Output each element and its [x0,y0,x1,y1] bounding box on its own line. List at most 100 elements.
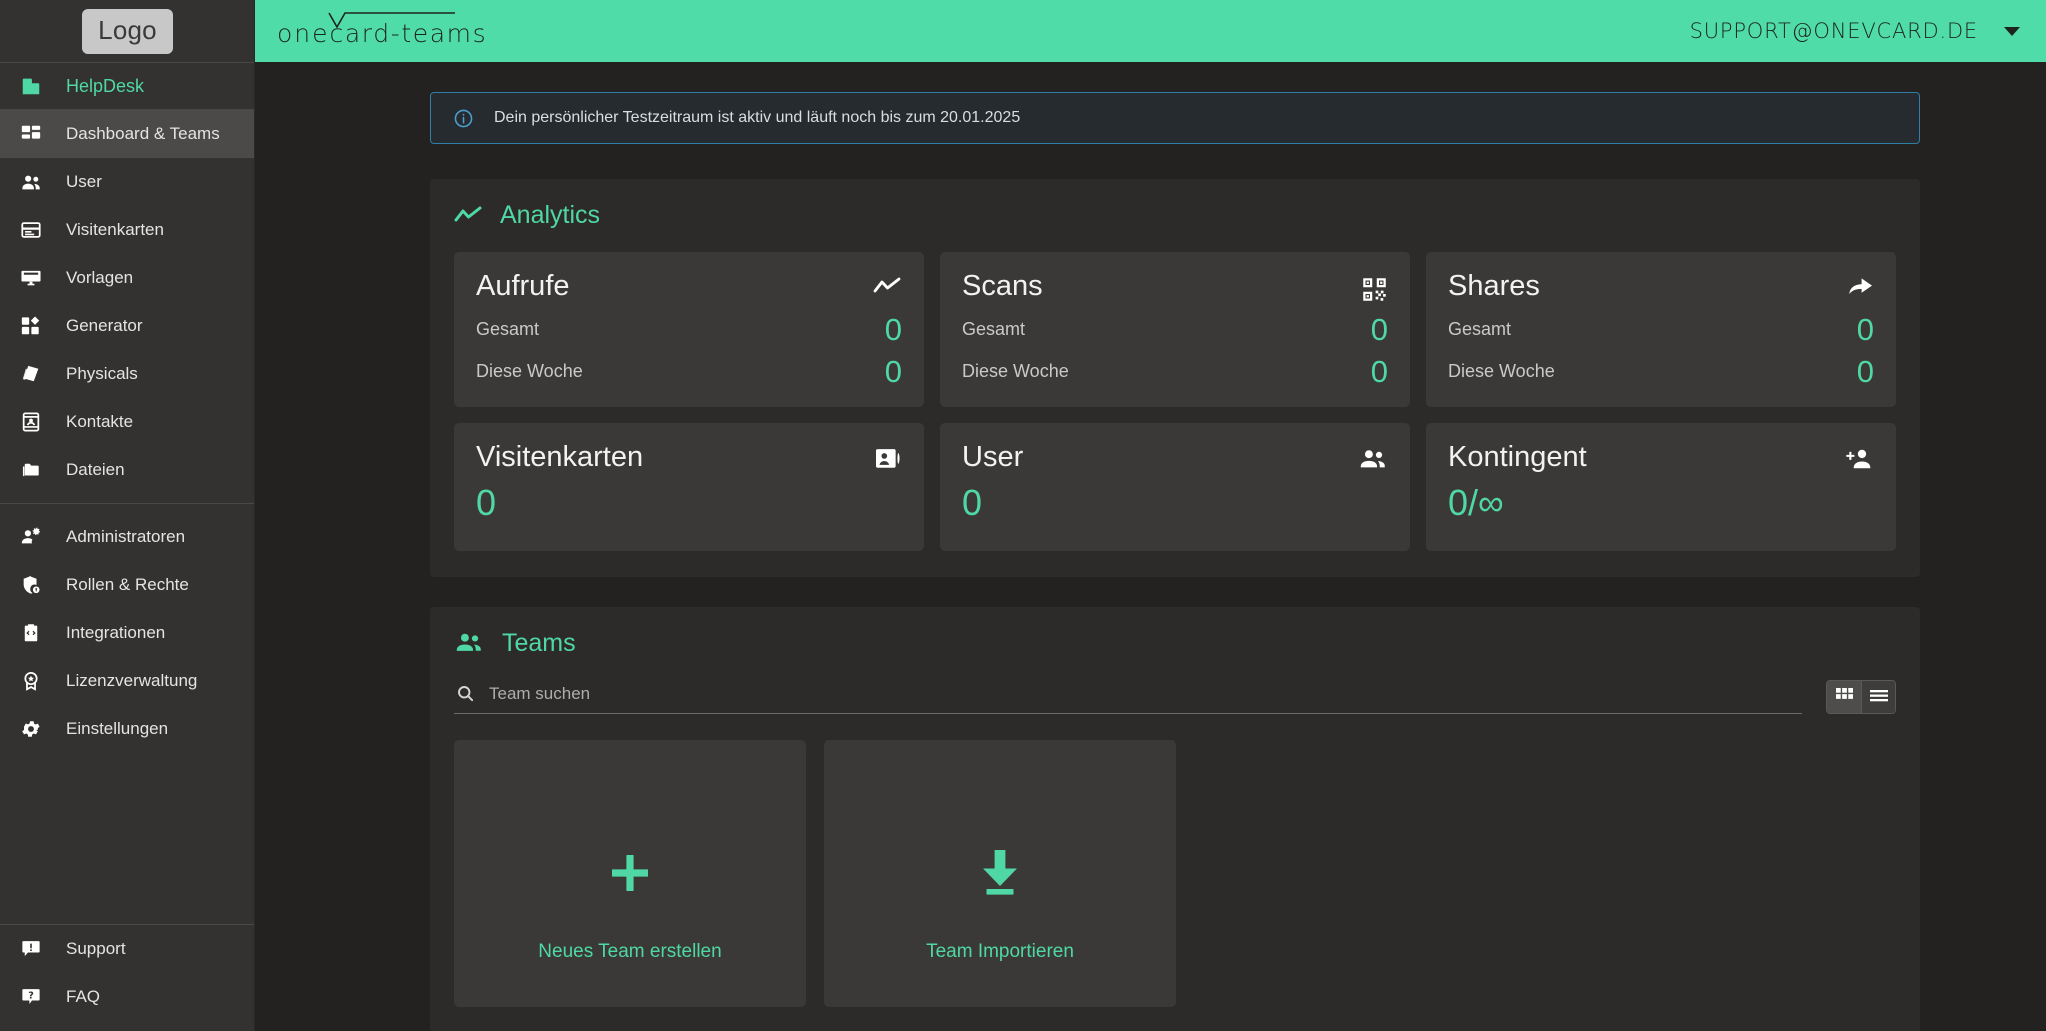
grid-view-icon[interactable] [1827,680,1861,713]
divider [0,503,255,504]
sidebar-item-dashboard-teams[interactable]: Dashboard & Teams [0,110,255,158]
trend-line-icon [872,270,902,298]
row-label: Diese Woche [476,361,583,382]
plus-icon [607,838,653,908]
physicals-icon [18,361,44,387]
teams-title: Teams [502,628,576,657]
stat-card-user[interactable]: User 0 [940,423,1410,551]
sidebar-item-label: Kontakte [66,412,134,431]
trial-banner: Dein persönlicher Testzeitraum ist aktiv… [430,92,1920,144]
sidebar-item-lizenzverwaltung[interactable]: Lizenzverwaltung [0,657,255,705]
list-view-icon[interactable] [1861,680,1895,713]
search-input[interactable] [489,683,1802,704]
trend-line-icon [454,205,482,227]
page-content: Dein persönlicher Testzeitraum ist aktiv… [255,62,2046,1031]
sidebar-item-generator[interactable]: Generator [0,302,255,350]
sidebar-item-label: Rollen & Rechte [66,575,189,594]
card-header: User [962,441,1388,474]
sidebar-item-label: Einstellungen [66,719,169,738]
support-bubble-icon [18,936,44,962]
qr-code-icon [1361,270,1388,303]
sidebar-item-einstellungen[interactable]: Einstellungen [0,705,255,753]
topbar: one card -teams SUPPORT@ONEVCARD.DE [255,0,2046,62]
team-card-grid: Neues Team erstellen Team Importieren [454,739,1896,1007]
sidebar-item-rollen-rechte[interactable]: Rollen & Rechte [0,561,255,609]
teams-panel: Teams Team suchen Neues Team erstellen T… [430,606,1920,1031]
chevron-down-icon[interactable] [2004,26,2020,36]
row-value: 0 [1370,312,1388,348]
sidebar-item-visitenkarten[interactable]: Visitenkarten [0,206,255,254]
sidebar-nav-bottom: Support ? FAQ [0,924,255,1031]
users-icon [18,169,44,195]
analytics-row-1: Aufrufe Gesamt 0 Diese Woche 0 Scans Ges… [454,252,1896,408]
analytics-title: Analytics [500,201,601,229]
stat-card-kontingent[interactable]: Kontingent 0/∞ [1426,423,1896,551]
v-overline-icon [327,11,456,28]
row-label: Diese Woche [1448,361,1555,382]
row-label: Gesamt [476,319,540,340]
logo-placeholder[interactable]: Logo [82,8,173,54]
sidebar-item-helpdesk[interactable]: HelpDesk [0,63,255,110]
sidebar-item-user[interactable]: User [0,158,255,206]
stat-card-visitenkarten[interactable]: Visitenkarten 0 [454,423,924,551]
question-bubble-icon: ? [18,984,44,1010]
account-menu[interactable]: SUPPORT@ONEVCARD.DE [1690,19,2020,43]
analytics-panel: Analytics Aufrufe Gesamt 0 Diese Woche 0… [430,179,1920,577]
sidebar-item-kontakte[interactable]: Kontakte [0,398,255,446]
sidebar-item-support[interactable]: Support [0,925,255,973]
sidebar-item-label: Vorlagen [66,268,134,287]
card-header: Kontingent [1448,441,1874,474]
sidebar-nav-primary: Dashboard & Teams User Visitenkarten Vor… [0,110,255,494]
stat-card-shares[interactable]: Shares Gesamt 0 Diese Woche 0 [1426,252,1896,408]
share-arrow-icon [1844,270,1874,300]
sidebar-item-dateien[interactable]: Dateien [0,446,255,494]
download-icon [977,838,1023,908]
trial-banner-text: Dein persönlicher Testzeitraum ist aktiv… [494,109,1021,126]
row-value: 0 [1856,312,1874,348]
sidebar-item-physicals[interactable]: Physicals [0,350,255,398]
users-icon [454,631,484,655]
row-label: Gesamt [962,319,1026,340]
import-team-label: Team Importieren [926,940,1074,962]
contacts-icon [18,409,44,435]
sidebar-nav-admin: Administratoren Rollen & Rechte Integrat… [0,513,255,753]
app-root: Logo HelpDesk Dashboard & Teams User Vis… [0,0,2046,1031]
sidebar-item-label: Physicals [66,364,138,383]
account-email: SUPPORT@ONEVCARD.DE [1689,19,1978,43]
sidebar-item-label: Dateien [66,460,125,479]
card-title: Aufrufe [476,270,570,302]
teams-header: Teams [454,629,1896,658]
teams-toolbar [454,679,1896,714]
main-area: one card -teams SUPPORT@ONEVCARD.DE Dein… [255,0,2046,1031]
view-toggle [1826,679,1896,714]
sidebar-item-administratoren[interactable]: Administratoren [0,513,255,561]
users-icon [1358,441,1388,471]
dashboard-icon [18,121,44,147]
building-icon [18,73,44,99]
row-value: 0 [1856,354,1874,390]
card-row-diese-woche: Diese Woche 0 [476,356,902,387]
card-header: Scans [962,270,1388,303]
card-title: Kontingent [1448,441,1587,474]
card-row-gesamt: Gesamt 0 [476,314,902,345]
sidebar-item-label: User [66,172,102,191]
card-header: Visitenkarten [476,441,902,474]
row-label: Gesamt [1448,319,1512,340]
sidebar-item-label: Visitenkarten [66,220,164,239]
card-value: 0 [962,481,983,523]
brand-one: one [277,18,330,48]
sidebar-item-vorlagen[interactable]: Vorlagen [0,254,255,302]
sidebar-item-integrationen[interactable]: Integrationen [0,609,255,657]
sidebar-item-faq[interactable]: ? FAQ [0,973,255,1021]
stat-card-aufrufe[interactable]: Aufrufe Gesamt 0 Diese Woche 0 [454,252,924,408]
team-search[interactable] [454,683,1802,714]
card-row-gesamt: Gesamt 0 [962,314,1388,345]
import-team-card[interactable]: Team Importieren [824,739,1176,1007]
stat-card-scans[interactable]: Scans Gesamt 0 Diese Woche 0 [940,252,1410,408]
create-team-card[interactable]: Neues Team erstellen [454,739,806,1007]
create-team-label: Neues Team erstellen [538,940,722,962]
template-icon [18,265,44,291]
generator-icon [18,313,44,339]
admin-user-icon [18,524,44,550]
